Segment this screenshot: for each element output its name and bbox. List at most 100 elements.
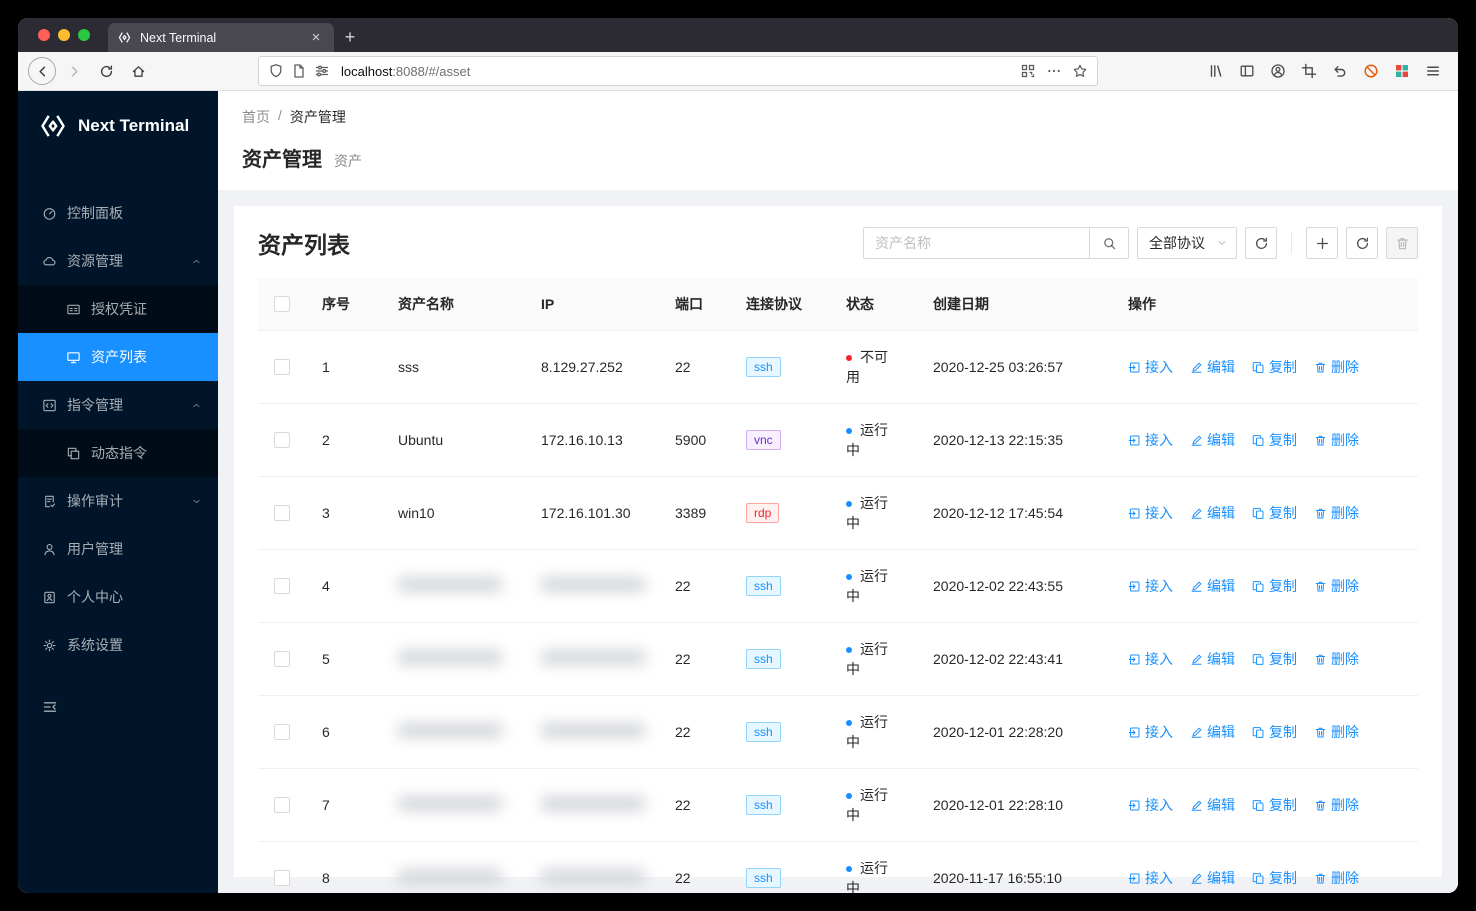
action-delete[interactable]: 删除 <box>1314 430 1359 450</box>
minimize-window-button[interactable] <box>58 29 70 41</box>
card-title: 资产列表 <box>258 232 350 258</box>
row-checkbox[interactable] <box>274 432 290 448</box>
asset-ip: 172.16.10.13 <box>541 432 623 448</box>
action-access[interactable]: 接入 <box>1128 357 1173 377</box>
sliders-icon[interactable] <box>314 63 330 79</box>
action-edit[interactable]: 编辑 <box>1190 722 1235 742</box>
row-checkbox[interactable] <box>274 870 290 886</box>
row-checkbox[interactable] <box>274 359 290 375</box>
redacted-asset-name <box>398 723 502 738</box>
action-copy[interactable]: 复制 <box>1252 503 1297 523</box>
reload-icon[interactable] <box>92 57 120 85</box>
action-copy[interactable]: 复制 <box>1252 868 1297 888</box>
action-access[interactable]: 接入 <box>1128 722 1173 742</box>
action-copy[interactable]: 复制 <box>1252 357 1297 377</box>
row-checkbox[interactable] <box>274 578 290 594</box>
row-checkbox[interactable] <box>274 505 290 521</box>
row-checkbox[interactable] <box>274 651 290 667</box>
sidebar-item-3[interactable]: 资产列表 <box>18 333 218 381</box>
action-copy[interactable]: 复制 <box>1252 722 1297 742</box>
ban-icon[interactable] <box>1355 57 1386 85</box>
copy-icon <box>1252 507 1265 520</box>
sidebar-item-1[interactable]: 资源管理 <box>18 237 218 285</box>
page-actions-icon[interactable] <box>1046 63 1062 79</box>
sidebar-item-0[interactable]: 控制面板 <box>18 189 218 237</box>
action-copy[interactable]: 复制 <box>1252 795 1297 815</box>
sidebar-item-4[interactable]: 指令管理 <box>18 381 218 429</box>
action-edit[interactable]: 编辑 <box>1190 795 1235 815</box>
extension-icon[interactable] <box>1386 57 1417 85</box>
sidebar-item-8[interactable]: 个人中心 <box>18 573 218 621</box>
action-access[interactable]: 接入 <box>1128 503 1173 523</box>
shield-icon[interactable] <box>268 63 284 79</box>
action-delete[interactable]: 删除 <box>1314 649 1359 669</box>
action-edit[interactable]: 编辑 <box>1190 649 1235 669</box>
action-delete[interactable]: 删除 <box>1314 576 1359 596</box>
sidebar-item-2[interactable]: 授权凭证 <box>18 285 218 333</box>
new-tab-button[interactable]: + <box>334 23 366 52</box>
star-icon[interactable] <box>1072 63 1088 79</box>
sidebar-item-5[interactable]: 动态指令 <box>18 429 218 477</box>
browser-tab[interactable]: Next Terminal × <box>108 23 334 52</box>
breadcrumb-item-0[interactable]: 首页 <box>242 107 270 127</box>
status-text: 不可用 <box>846 349 888 385</box>
api-icon <box>1128 726 1141 739</box>
action-edit[interactable]: 编辑 <box>1190 357 1235 377</box>
action-edit[interactable]: 编辑 <box>1190 503 1235 523</box>
crop-icon[interactable] <box>1293 57 1324 85</box>
zoom-window-button[interactable] <box>78 29 90 41</box>
action-edit[interactable]: 编辑 <box>1190 430 1235 450</box>
menu-icon[interactable] <box>1417 57 1448 85</box>
undo-icon[interactable] <box>1324 57 1355 85</box>
search-input[interactable] <box>863 227 1089 259</box>
api-icon <box>1128 799 1141 812</box>
action-delete[interactable]: 删除 <box>1314 795 1359 815</box>
action-copy[interactable]: 复制 <box>1252 576 1297 596</box>
action-access[interactable]: 接入 <box>1128 868 1173 888</box>
row-checkbox[interactable] <box>274 797 290 813</box>
protocol-select[interactable]: 全部协议 <box>1137 227 1237 259</box>
scan-icon[interactable] <box>1020 63 1036 79</box>
app-logo[interactable]: Next Terminal <box>18 91 218 161</box>
action-delete[interactable]: 删除 <box>1314 357 1359 377</box>
sidebar-item-6[interactable]: 操作审计 <box>18 477 218 525</box>
page-icon[interactable] <box>291 63 307 79</box>
forward-icon[interactable] <box>60 57 88 85</box>
row-actions: 接入 编辑 复制 删除 <box>1112 403 1418 477</box>
edit-icon <box>1190 580 1203 593</box>
row-checkbox[interactable] <box>274 724 290 740</box>
action-access[interactable]: 接入 <box>1128 795 1173 815</box>
back-icon[interactable] <box>28 57 56 85</box>
search-button[interactable] <box>1089 227 1129 259</box>
url-bar[interactable]: localhost:8088/#/asset <box>258 56 1098 86</box>
action-delete[interactable]: 删除 <box>1314 722 1359 742</box>
column-header-1: 资产名称 <box>382 278 525 331</box>
api-icon <box>1128 580 1141 593</box>
action-access[interactable]: 接入 <box>1128 649 1173 669</box>
table-row: 3 win10 172.16.101.30 3389 rdp 运行中 2020-12-12 … <box>258 476 1418 550</box>
action-access[interactable]: 接入 <box>1128 576 1173 596</box>
action-copy[interactable]: 复制 <box>1252 430 1297 450</box>
action-edit[interactable]: 编辑 <box>1190 576 1235 596</box>
action-edit[interactable]: 编辑 <box>1190 868 1235 888</box>
close-window-button[interactable] <box>38 29 50 41</box>
select-all-checkbox[interactable] <box>274 296 290 312</box>
sidebar-item-9[interactable]: 系统设置 <box>18 621 218 669</box>
action-delete[interactable]: 删除 <box>1314 868 1359 888</box>
add-button[interactable] <box>1306 227 1338 259</box>
action-access[interactable]: 接入 <box>1128 430 1173 450</box>
action-copy[interactable]: 复制 <box>1252 649 1297 669</box>
action-delete[interactable]: 删除 <box>1314 503 1359 523</box>
browser-action-icons <box>1200 57 1448 85</box>
library-icon[interactable] <box>1200 57 1231 85</box>
status-dot <box>846 574 852 580</box>
sync-button[interactable] <box>1245 227 1277 259</box>
sidebar-item-7[interactable]: 用户管理 <box>18 525 218 573</box>
account-icon[interactable] <box>1262 57 1293 85</box>
sidebar-toggle-icon[interactable] <box>1231 57 1262 85</box>
menu-fold-icon[interactable] <box>18 687 218 727</box>
home-icon[interactable] <box>124 57 152 85</box>
tab-close-icon[interactable]: × <box>307 29 325 47</box>
refresh-button[interactable] <box>1346 227 1378 259</box>
delete-button[interactable] <box>1386 227 1418 259</box>
